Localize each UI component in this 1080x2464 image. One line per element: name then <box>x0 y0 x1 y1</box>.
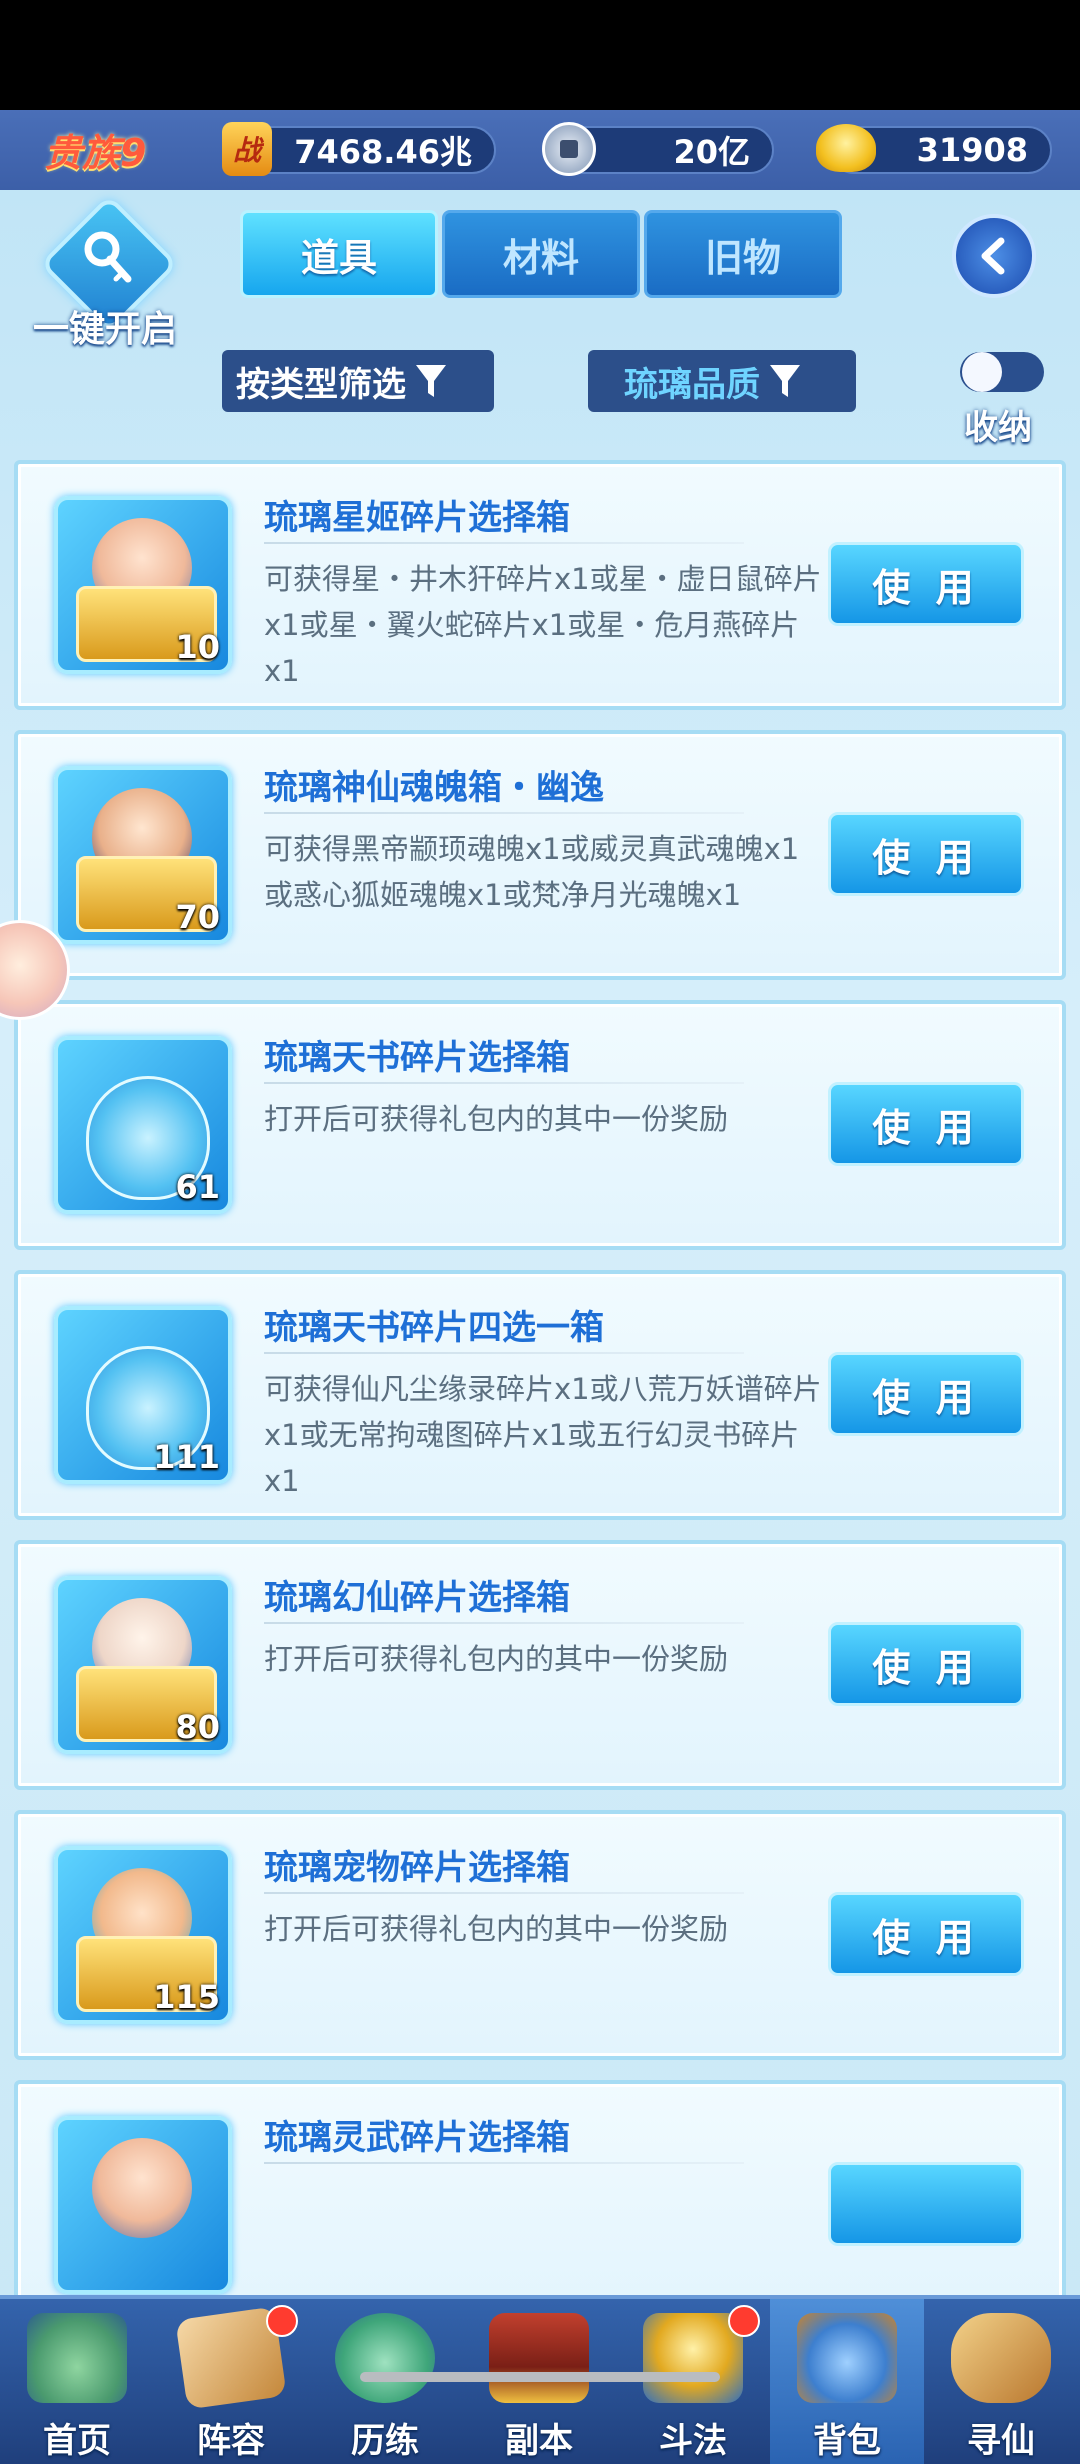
nav-lineup[interactable]: 阵容 <box>154 2299 308 2464</box>
nav-label: 阵容 <box>197 2421 265 2461</box>
item-title: 琉璃天书碎片四选一箱 <box>264 1308 604 1348</box>
nav-label: 背包 <box>813 2421 881 2461</box>
nav-label: 首页 <box>43 2421 111 2461</box>
item-description: 打开后可获得礼包内的其中一份奖励 <box>264 1102 729 1136</box>
item-title: 琉璃星姬碎片选择箱 <box>264 498 570 538</box>
item-count: 61 <box>175 1168 220 1206</box>
nav-label: 副本 <box>505 2421 573 2461</box>
one-key-open-label: 一键开启 <box>32 309 177 350</box>
funnel-icon <box>770 365 800 397</box>
item-card: 10 琉璃星姬碎片选择箱 可获得星・井木犴碎片x1或星・虚日鼠碎片x1或星・翼火… <box>14 460 1066 710</box>
resource-bar: 贵族9 7468.46兆 战 20亿 31908 <box>0 110 1080 190</box>
tab-relics[interactable]: 旧物 <box>644 210 842 298</box>
divider <box>264 2162 744 2164</box>
item-card: 80 琉璃幻仙碎片选择箱 打开后可获得礼包内的其中一份奖励 使 用 <box>14 1540 1066 1790</box>
divider <box>264 1892 744 1894</box>
item-card: 70 琉璃神仙魂魄箱・幽逸 可获得黑帝颛顼魂魄x1或威灵真武魂魄x1或惑心狐姬魂… <box>14 730 1066 980</box>
tab-materials[interactable]: 材料 <box>442 210 640 298</box>
item-title: 琉璃宠物碎片选择箱 <box>264 1848 570 1888</box>
item-card: 琉璃灵武碎片选择箱 <box>14 2080 1066 2295</box>
divider <box>264 1622 744 1624</box>
nav-label: 斗法 <box>659 2421 727 2461</box>
power-value: 7468.46兆 <box>294 133 472 171</box>
coin-value: 20亿 <box>673 133 750 171</box>
nav-seek-immortal[interactable]: 寻仙 <box>924 2299 1078 2464</box>
use-button[interactable]: 使 用 <box>828 542 1024 626</box>
use-button[interactable]: 使 用 <box>828 1082 1024 1166</box>
gift-bag-icon[interactable]: 61 <box>54 1036 232 1214</box>
chest-portrait-icon[interactable]: 70 <box>54 766 232 944</box>
nav-label: 寻仙 <box>967 2421 1035 2461</box>
nav-backpack[interactable]: 背包 <box>770 2299 924 2464</box>
notification-dot <box>728 2305 760 2337</box>
use-button[interactable]: 使 用 <box>828 1622 1024 1706</box>
use-button[interactable] <box>828 2162 1024 2246</box>
divider <box>264 812 744 814</box>
item-card: 115 琉璃宠物碎片选择箱 打开后可获得礼包内的其中一份奖励 使 用 <box>14 1810 1066 2060</box>
power-display: 7468.46兆 <box>236 126 496 174</box>
portrait <box>92 2138 192 2238</box>
item-count: 70 <box>175 898 220 936</box>
item-title: 琉璃天书碎片选择箱 <box>264 1038 570 1078</box>
gift-bag-icon[interactable]: 111 <box>54 1306 232 1484</box>
item-description: 可获得黑帝颛顼魂魄x1或威灵真武魂魄x1或惑心狐姬魂魄x1或梵净月光魂魄x1 <box>264 832 800 912</box>
filter-quality-button[interactable]: 琉璃品质 <box>588 350 856 412</box>
status-bar <box>0 0 1080 110</box>
tab-items[interactable]: 道具 <box>240 210 438 298</box>
divider <box>264 542 744 544</box>
temple-gate-icon <box>489 2313 589 2403</box>
collect-toggle-label: 收纳 <box>964 408 1032 448</box>
one-key-open-button[interactable]: 一键开启 <box>30 194 180 350</box>
item-count: 111 <box>153 1438 220 1476</box>
noble-rank[interactable]: 贵族9 <box>44 122 146 177</box>
item-list[interactable]: 10 琉璃星姬碎片选择箱 可获得星・井木犴碎片x1或星・虚日鼠碎片x1或星・翼火… <box>14 460 1066 2295</box>
item-count: 80 <box>175 1708 220 1746</box>
chest-portrait-icon[interactable]: 10 <box>54 496 232 674</box>
filter-by-type-button[interactable]: 按类型筛选 <box>222 350 494 412</box>
back-button[interactable] <box>952 214 1036 298</box>
item-description: 打开后可获得礼包内的其中一份奖励 <box>264 1912 729 1946</box>
game-screen: 贵族9 7468.46兆 战 20亿 31908 一键开启 道具 材料 旧物 按… <box>0 110 1080 2464</box>
use-button[interactable]: 使 用 <box>828 1892 1024 1976</box>
power-icon: 战 <box>222 122 272 176</box>
item-description: 可获得星・井木犴碎片x1或星・虚日鼠碎片x1或星・翼火蛇碎片x1或星・危月燕碎片… <box>264 562 822 688</box>
use-button[interactable]: 使 用 <box>828 812 1024 896</box>
filter-by-type-label: 按类型筛选 <box>236 364 406 405</box>
home-indicator[interactable] <box>360 2372 720 2382</box>
item-title: 琉璃灵武碎片选择箱 <box>264 2118 570 2158</box>
item-card: 111 琉璃天书碎片四选一箱 可获得仙凡尘缘录碎片x1或八荒万妖谱碎片x1或无常… <box>14 1270 1066 1520</box>
use-button[interactable]: 使 用 <box>828 1352 1024 1436</box>
item-count: 115 <box>153 1978 220 2016</box>
chest-portrait-icon[interactable]: 115 <box>54 1846 232 2024</box>
divider <box>264 1082 744 1084</box>
power-icon-text: 战 <box>232 134 261 167</box>
divider <box>264 1352 744 1354</box>
silver-coin-icon <box>542 122 596 176</box>
gourd-icon <box>335 2313 435 2403</box>
backpack-icon <box>797 2313 897 2403</box>
nav-label: 历练 <box>351 2421 419 2461</box>
home-island-icon <box>27 2313 127 2403</box>
item-count: 10 <box>175 628 220 666</box>
funnel-icon <box>416 365 446 397</box>
item-description: 打开后可获得礼包内的其中一份奖励 <box>264 1642 729 1676</box>
nav-home[interactable]: 首页 <box>0 2299 154 2464</box>
item-title: 琉璃神仙魂魄箱・幽逸 <box>264 768 604 808</box>
gold-ingot-icon <box>816 124 876 172</box>
filter-quality-label: 琉璃品质 <box>624 364 760 405</box>
item-description: 可获得仙凡尘缘录碎片x1或八荒万妖谱碎片x1或无常拘魂图碎片x1或五行幻灵书碎片… <box>264 1372 822 1498</box>
item-card: 61 琉璃天书碎片选择箱 打开后可获得礼包内的其中一份奖励 使 用 <box>14 1000 1066 1250</box>
notification-dot <box>266 2305 298 2337</box>
chest-portrait-icon[interactable] <box>54 2116 232 2294</box>
item-title: 琉璃幻仙碎片选择箱 <box>264 1578 570 1618</box>
gold-value: 31908 <box>916 131 1028 169</box>
chest-portrait-icon[interactable]: 80 <box>54 1576 232 1754</box>
back-chevron-icon <box>981 237 1005 275</box>
scroll-icon <box>951 2313 1051 2403</box>
toggle-knob <box>962 352 1002 392</box>
collect-toggle[interactable] <box>960 352 1044 392</box>
key-icon <box>84 231 132 283</box>
